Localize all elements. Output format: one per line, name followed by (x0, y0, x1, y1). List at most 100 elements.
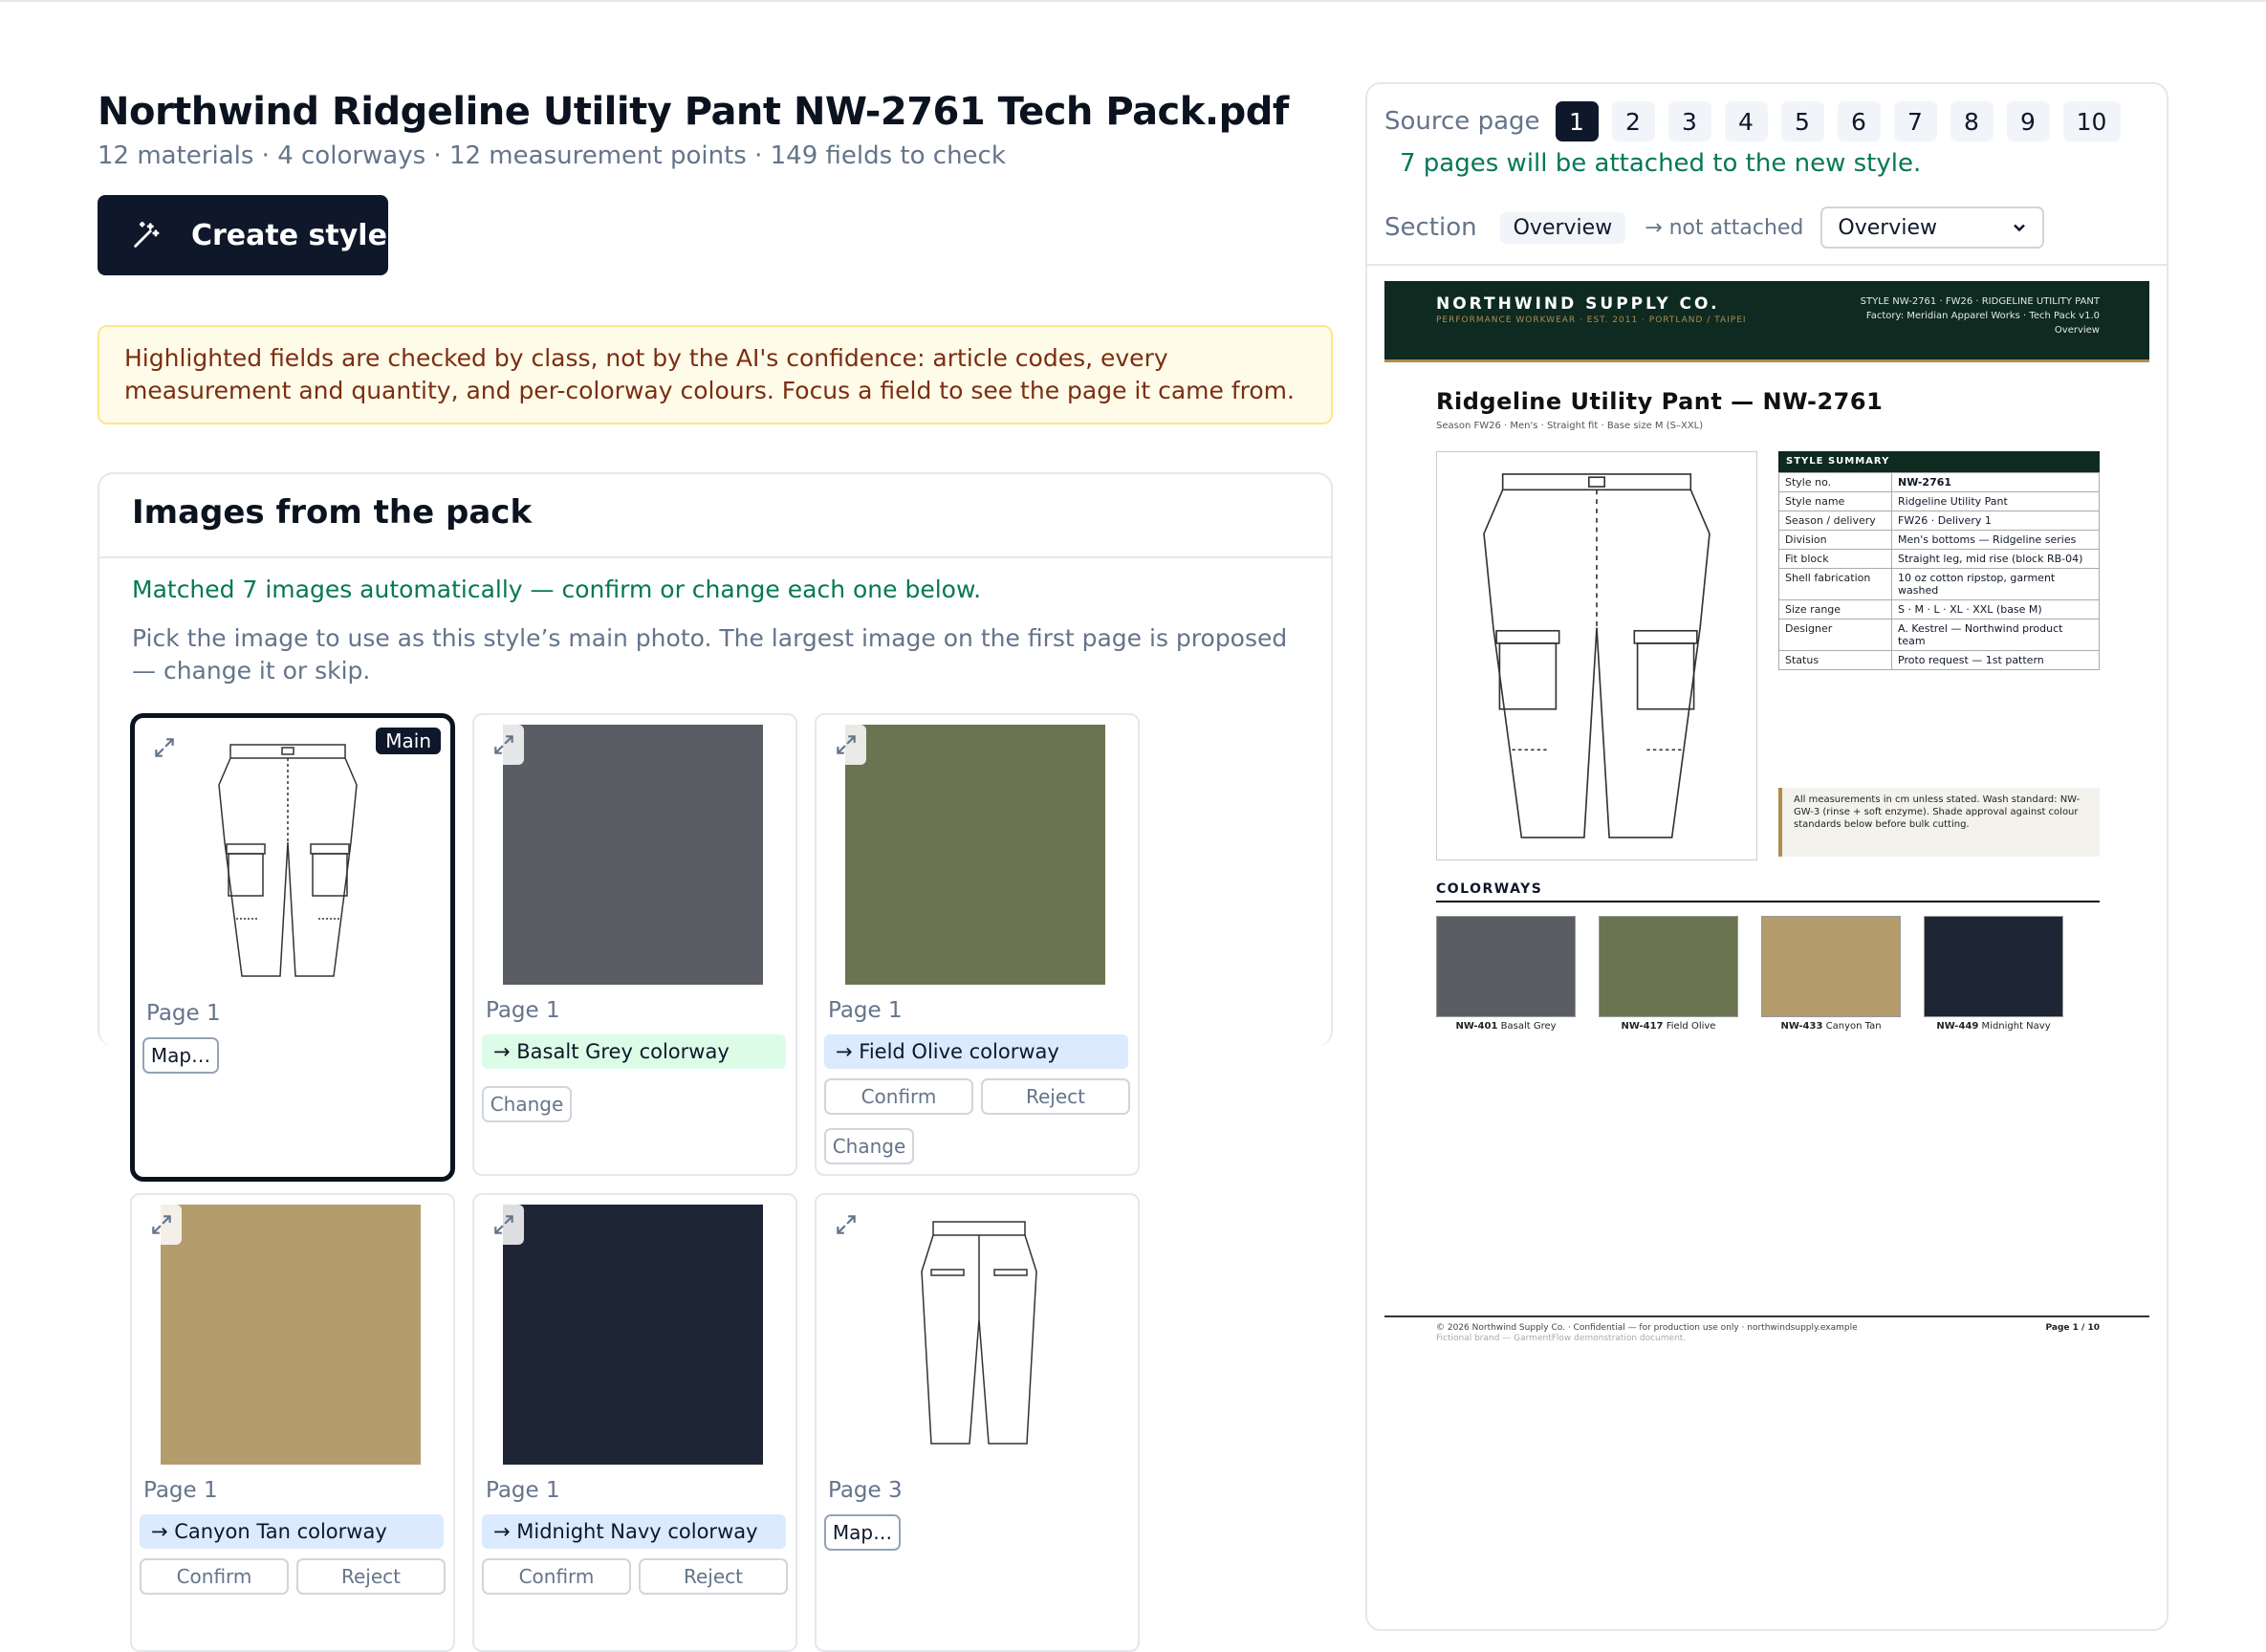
summary-key: Season / delivery (1778, 511, 1892, 531)
confirm-button[interactable]: Confirm (140, 1558, 289, 1595)
summary-value: Men's bottoms — Ridgeline series (1891, 530, 2100, 550)
summary-value: NW-2761 (1891, 472, 2100, 492)
colorway-code: NW-401 (1455, 1021, 1498, 1032)
source-page-label: Source page (1384, 107, 1540, 136)
doc-brand-sub: PERFORMANCE WORKWEAR · EST. 2011 · PORTL… (1436, 315, 1747, 325)
fabric-swatch-image (845, 725, 1105, 985)
create-style-button[interactable]: Create style (98, 195, 388, 275)
page-button-5[interactable]: 5 (1780, 101, 1824, 141)
summary-title: STYLE SUMMARY (1778, 451, 2100, 472)
colorway-color (1599, 916, 1738, 1017)
image-card-canyon-tan[interactable]: Page 1 → Canyon Tan colorway Confirm Rej… (130, 1193, 455, 1652)
colorway-color (1761, 916, 1901, 1017)
colorway-chip: → Basalt Grey colorway (482, 1034, 786, 1069)
change-button[interactable]: Change (482, 1086, 572, 1122)
summary-value: Ridgeline Utility Pant (1891, 491, 2100, 511)
create-style-label: Create style (191, 218, 387, 252)
card-page-label: Page 1 (143, 1478, 218, 1503)
page-button-8[interactable]: 8 (1950, 101, 1994, 141)
summary-value: S · M · L · XL · XXL (base M) (1891, 599, 2100, 620)
card-page-label: Page 1 (486, 1478, 560, 1503)
colorways-rule (1436, 901, 2100, 902)
summary-table: Style no. NW-2761 Style name Ridgeline Uti… (1778, 472, 2100, 670)
colorway-chip: → Field Olive colorway (824, 1034, 1128, 1069)
doc-header: NORTHWIND SUPPLY CO. PERFORMANCE WORKWEA… (1384, 281, 2149, 359)
expand-icon[interactable] (484, 1205, 524, 1245)
summary-value: A. Kestrel — Northwind product team (1891, 619, 2100, 651)
doc-subtitle: Season FW26 · Men's · Straight fit · Bas… (1436, 421, 1704, 431)
doc-header-meta-1: STYLE NW-2761 · FW26 · RIDGELINE UTILITY… (1860, 296, 2100, 307)
image-card-midnight-navy[interactable]: Page 1 → Midnight Navy colorway Confirm … (472, 1193, 797, 1652)
page-button-10[interactable]: 10 (2062, 101, 2121, 141)
doc-page-number: Page 1 / 10 (2045, 1323, 2100, 1333)
map-button[interactable]: Map… (142, 1037, 219, 1074)
expand-icon[interactable] (142, 1205, 182, 1245)
page-subtitle: 12 materials · 4 colorways · 12 measurem… (98, 141, 1006, 170)
confirm-button[interactable]: Confirm (482, 1558, 631, 1595)
top-border (0, 0, 2266, 2)
pant-back-sketch (921, 1221, 1037, 1445)
colorway-color (1924, 916, 2063, 1017)
section-label: Section (1384, 213, 1477, 242)
image-card-main[interactable]: Main Page 1 Map… (130, 713, 455, 1182)
expand-icon[interactable] (144, 728, 185, 768)
doc-header-rule (1384, 359, 2149, 362)
summary-value: 10 oz cotton ripstop, garment washed (1891, 568, 2100, 600)
summary-value: Proto request — 1st pattern (1891, 650, 2100, 670)
page-button-4[interactable]: 4 (1724, 101, 1768, 141)
section-select-value: Overview (1838, 215, 1937, 240)
colorway-swatch-4: NW-449 Midnight Navy (1924, 916, 2063, 1032)
section-chip: Overview (1499, 211, 1626, 244)
change-button[interactable]: Change (824, 1128, 914, 1164)
summary-key: Size range (1778, 599, 1892, 620)
page-button-3[interactable]: 3 (1667, 101, 1711, 141)
expand-icon[interactable] (484, 725, 524, 765)
doc-header-meta: STYLE NW-2761 · FW26 · RIDGELINE UTILITY… (1861, 294, 2100, 337)
page-button-6[interactable]: 6 (1837, 101, 1881, 141)
card-page-label: Page 3 (828, 1478, 903, 1503)
doc-footer-text: © 2026 Northwind Supply Co. · Confidenti… (1436, 1323, 1858, 1333)
image-card-basalt-grey[interactable]: Page 1 → Basalt Grey colorway Change (472, 713, 797, 1176)
colorway-swatch-1: NW-401 Basalt Grey (1436, 916, 1576, 1032)
colorway-swatch-2: NW-417 Field Olive (1599, 916, 1738, 1032)
colorway-label: NW-401 Basalt Grey (1436, 1021, 1576, 1032)
colorway-name: Field Olive (1666, 1021, 1716, 1032)
colorway-code: NW-433 (1780, 1021, 1823, 1032)
colorway-chip: → Canyon Tan colorway (140, 1514, 444, 1549)
doc-header-meta-3: Overview (2054, 325, 2100, 336)
image-card-back-sketch[interactable]: Page 3 Map… (815, 1193, 1140, 1652)
reject-button[interactable]: Reject (981, 1078, 1130, 1115)
doc-title: Ridgeline Utility Pant — NW-2761 (1436, 388, 1884, 415)
colorway-code: NW-449 (1936, 1021, 1979, 1032)
expand-icon[interactable] (826, 725, 866, 765)
colorway-label: NW-449 Midnight Navy (1924, 1021, 2063, 1032)
summary-key: Style name (1778, 491, 1892, 511)
colorway-name: Basalt Grey (1500, 1021, 1557, 1032)
chevron-down-icon (2014, 224, 2026, 232)
doc-header-meta-2: Factory: Meridian Apparel Works · Tech P… (1865, 311, 2100, 321)
map-button[interactable]: Map… (824, 1514, 901, 1551)
colorway-name: Canyon Tan (1825, 1021, 1882, 1032)
fabric-swatch-image (503, 725, 763, 985)
reject-button[interactable]: Reject (296, 1558, 446, 1595)
section-row: Section Overview → not attached Overview (1384, 206, 2045, 249)
colorway-chip: → Midnight Navy colorway (482, 1514, 786, 1549)
page-button-2[interactable]: 2 (1611, 101, 1655, 141)
doc-sketch-box (1436, 451, 1757, 860)
measurement-note: All measurements in cm unless stated. Wa… (1778, 788, 2100, 857)
main-badge: Main (376, 728, 441, 754)
image-card-field-olive[interactable]: Page 1 → Field Olive colorway Confirm Re… (815, 713, 1140, 1176)
summary-key: Style no. (1778, 472, 1892, 492)
doc-pant-sketch (1483, 473, 1710, 838)
expand-icon[interactable] (826, 1205, 866, 1245)
section-select[interactable]: Overview (1820, 206, 2045, 249)
fabric-swatch-image (161, 1205, 421, 1465)
attached-message: 7 pages will be attached to the new styl… (1400, 149, 1922, 178)
confirm-button[interactable]: Confirm (824, 1078, 973, 1115)
page-button-1[interactable]: 1 (1555, 101, 1599, 141)
page-button-7[interactable]: 7 (1893, 101, 1937, 141)
pant-front-sketch (218, 744, 358, 977)
page-button-9[interactable]: 9 (2006, 101, 2050, 141)
colorway-label: NW-417 Field Olive (1599, 1021, 1738, 1032)
reject-button[interactable]: Reject (639, 1558, 788, 1595)
